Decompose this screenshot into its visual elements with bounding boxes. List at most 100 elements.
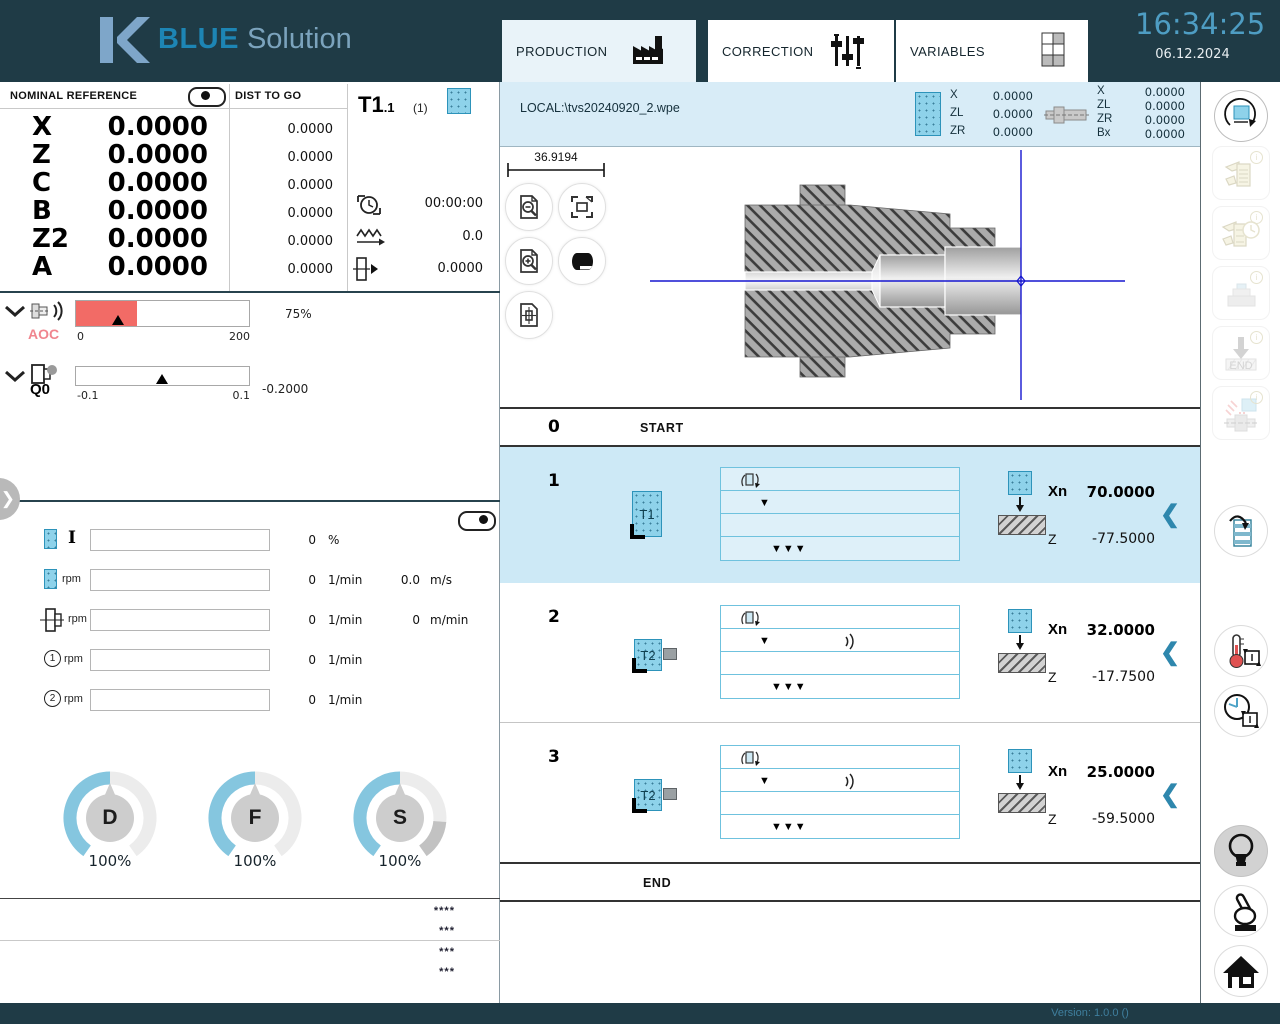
z-label: Z: [1048, 811, 1057, 827]
aoc-slider-marker[interactable]: [112, 315, 124, 325]
axis-dtg: 0.0000: [240, 262, 333, 277]
chevron-down-icon[interactable]: [4, 370, 26, 382]
q0-slider-marker[interactable]: [156, 374, 168, 384]
gauge-f[interactable]: F 100%: [207, 768, 303, 870]
feed-override-input[interactable]: [90, 529, 270, 551]
zoom-out-page-button[interactable]: [505, 183, 553, 231]
gauge-d-letter: D: [62, 806, 158, 830]
axis-letter: Z: [32, 140, 51, 170]
step-start-label: START: [640, 421, 684, 435]
part-button[interactable]: i: [1212, 266, 1270, 320]
info-icon: i: [1250, 151, 1263, 164]
motor2-override-input[interactable]: [90, 689, 270, 711]
motor1-override-input[interactable]: [90, 649, 270, 671]
active-tool-count: (1): [413, 101, 428, 115]
chevron-down-icon[interactable]: [4, 305, 26, 317]
step-row-start[interactable]: 0 START: [500, 407, 1200, 447]
nominal-reference-header: NOMINAL REFERENCE: [10, 90, 137, 102]
feed-prefix: I: [68, 528, 76, 548]
q0-min: -0.1: [77, 389, 98, 402]
step-tool-icon: T2: [634, 779, 662, 811]
measure-button[interactable]: i: [1212, 146, 1270, 200]
brand-logo: [100, 17, 150, 68]
goto-end-button[interactable]: i END: [1212, 326, 1270, 380]
z-value: -59.5000: [1070, 811, 1155, 827]
sound-wave-icon: [839, 772, 857, 790]
offset-value: 0.0000: [1115, 85, 1185, 99]
info-icon: i: [1250, 391, 1263, 404]
warmup-cycle-button[interactable]: I: [1214, 625, 1268, 677]
status-row: ***: [300, 966, 455, 978]
offset-value: 0.0000: [965, 125, 1033, 139]
cspindle-unit: 1/min: [328, 613, 362, 627]
tab-production-label: PRODUCTION: [516, 44, 607, 59]
cspindle-override-input[interactable]: [90, 609, 270, 631]
zoom-in-page-button[interactable]: [505, 237, 553, 285]
timed-measure-button[interactable]: i: [1212, 206, 1270, 260]
aoc-tool-sound-icon: [30, 297, 68, 325]
step-row-1[interactable]: 1 T1 ▼ ▼▼▼ X: [500, 447, 1200, 583]
status-row: ***: [300, 946, 455, 958]
tab-variables[interactable]: VARIABLES: [896, 20, 1088, 82]
step-op-table[interactable]: ▼ ▼▼▼: [720, 605, 960, 699]
tab-variables-label: VARIABLES: [910, 44, 985, 59]
axis-letter: B: [32, 196, 52, 226]
cspindle-value2: 0: [380, 613, 420, 627]
vibration-monitor-button[interactable]: i: [1212, 386, 1270, 440]
tab-correction[interactable]: CORRECTION: [708, 20, 894, 82]
timed-cycle-button[interactable]: I: [1214, 685, 1268, 737]
spindle-override-input[interactable]: [90, 569, 270, 591]
manual-gesture-button[interactable]: [1214, 885, 1268, 937]
light-button[interactable]: [1214, 825, 1268, 877]
reference-toggle[interactable]: [188, 87, 226, 107]
step-tool-icon: T1: [632, 491, 662, 537]
step-collapse-chevron[interactable]: ❮: [1160, 638, 1180, 667]
motor2-value: 0: [278, 693, 316, 707]
offset-label: ZL: [950, 107, 963, 119]
rotate-tool-icon: [737, 749, 761, 767]
step-row-3[interactable]: 3 T2 ▼ ▼▼▼: [500, 722, 1200, 862]
z-value: -17.7500: [1070, 669, 1155, 685]
step-op-table[interactable]: ▼ ▼▼▼: [720, 467, 960, 561]
q0-slider[interactable]: [75, 366, 250, 386]
cylinder-view-button[interactable]: [558, 237, 606, 285]
feed-value: 0: [278, 533, 316, 547]
gauge-s-letter: S: [352, 806, 448, 830]
z-label: Z: [1048, 531, 1057, 547]
axis-nominal: 0.0000: [90, 168, 208, 198]
jump-to-step-button[interactable]: [1214, 505, 1268, 557]
clock-cycle-icon: I: [1221, 691, 1261, 731]
home-button[interactable]: [1214, 945, 1268, 997]
feed-axis-icon: [44, 529, 57, 549]
axis-nominal: 0.0000: [90, 140, 208, 170]
step-collapse-chevron[interactable]: ❮: [1160, 500, 1180, 529]
shaft-tool-icon: [1044, 102, 1090, 128]
counter-spindle-icon: [40, 607, 66, 633]
rotate-tool-icon: [737, 471, 761, 489]
brand-name-light: Solution: [247, 23, 352, 55]
tab-production[interactable]: PRODUCTION: [502, 20, 696, 82]
step-op-table[interactable]: ▼ ▼▼▼: [720, 745, 960, 839]
screen: BLUESolution PRODUCTION CORRECTION: [0, 0, 1280, 1024]
fit-view-button[interactable]: [558, 183, 606, 231]
axis-dtg: 0.0000: [240, 122, 333, 137]
center-view-button[interactable]: [505, 291, 553, 339]
gauge-s[interactable]: S 100%: [352, 768, 448, 870]
hand-pointer-icon: [1220, 889, 1262, 933]
clock-time: 16:34:25: [1135, 7, 1260, 41]
info-icon: i: [1250, 331, 1263, 344]
tool-corner-mark: [632, 798, 647, 813]
step-row-end[interactable]: END: [500, 862, 1200, 902]
override-toggle[interactable]: [458, 511, 496, 531]
spindle-unit: 1/min: [328, 573, 362, 587]
step-row-2[interactable]: 2 T2 ▼ ▼▼▼: [500, 583, 1200, 722]
axis-nominal: 0.0000: [90, 196, 208, 226]
gauge-d[interactable]: D 100%: [62, 768, 158, 870]
step-collapse-chevron[interactable]: ❮: [1160, 780, 1180, 809]
step-tool-label: T1: [639, 507, 654, 522]
gauge-d-percent: 100%: [62, 852, 158, 870]
tool-cycle-button[interactable]: [1214, 90, 1268, 142]
status-bar: Version: 1.0.0 (): [0, 1003, 1280, 1024]
aoc-slider[interactable]: [75, 300, 250, 327]
axis-dtg: 0.0000: [240, 150, 333, 165]
